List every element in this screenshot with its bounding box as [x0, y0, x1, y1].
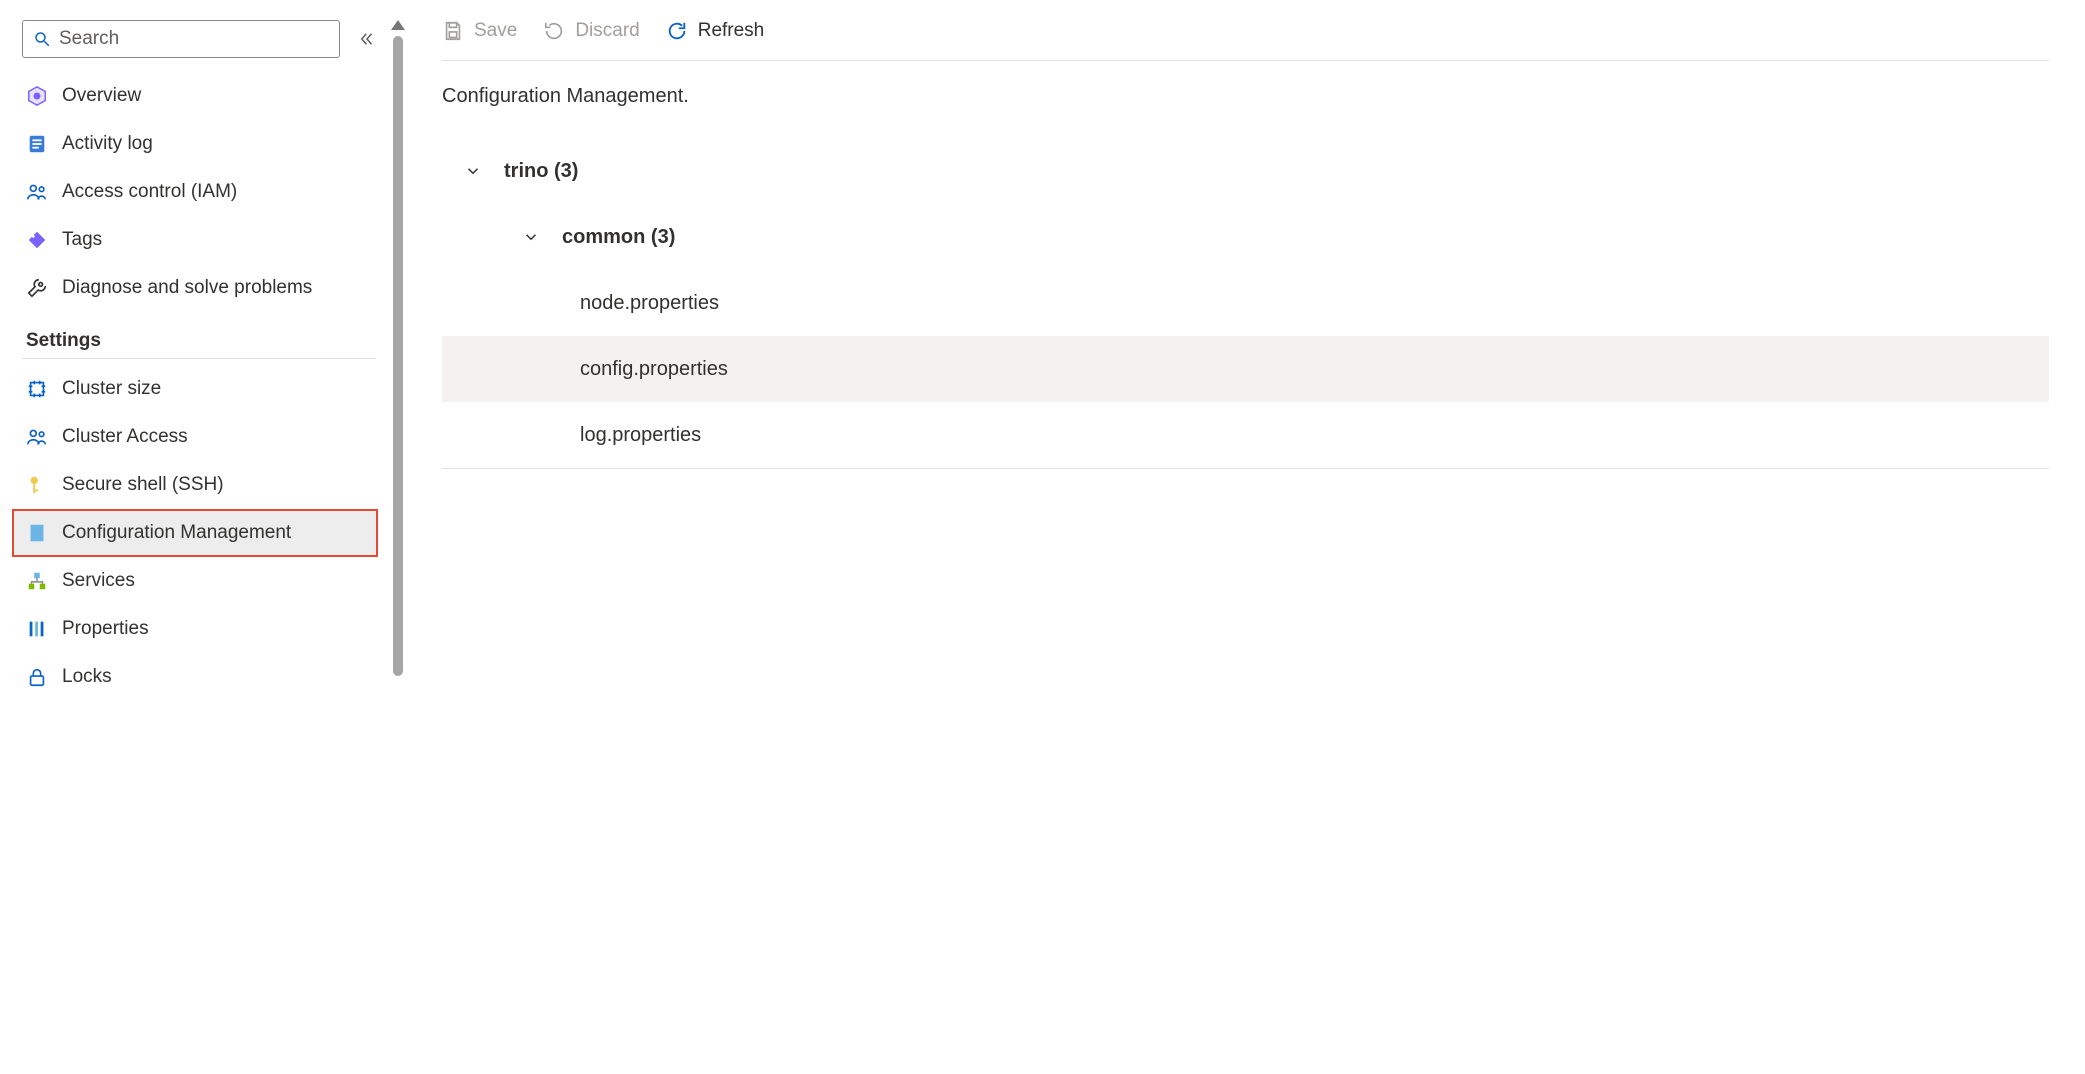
sidebar-item-locks[interactable]: Locks	[22, 653, 376, 701]
sidebar-item-label: Access control (IAM)	[62, 181, 237, 203]
scroll-up-icon[interactable]	[391, 20, 405, 30]
tree-leaf-label: node.properties	[580, 292, 719, 315]
sidebar-item-access-control[interactable]: Access control (IAM)	[22, 168, 376, 216]
sidebar-item-label: Overview	[62, 85, 141, 107]
tree-leaf-node-properties[interactable]: node.properties	[442, 270, 2049, 336]
sidebar: Overview Activity log Access control (IA…	[0, 0, 390, 1074]
sidebar-item-label: Configuration Management	[62, 522, 291, 544]
page-subtitle: Configuration Management.	[442, 85, 2049, 108]
properties-icon	[26, 618, 48, 640]
sidebar-item-label: Locks	[62, 666, 112, 688]
activity-log-icon	[26, 133, 48, 155]
save-label: Save	[474, 20, 517, 42]
config-tree: trino (3) common (3) node.properties con…	[442, 138, 2049, 469]
sidebar-item-activity-log[interactable]: Activity log	[22, 120, 376, 168]
chevron-down-icon	[464, 162, 482, 180]
access-control-icon	[26, 181, 48, 203]
sidebar-item-tags[interactable]: Tags	[22, 216, 376, 264]
sidebar-item-label: Tags	[62, 229, 102, 251]
refresh-button[interactable]: Refresh	[666, 20, 765, 42]
sidebar-item-services[interactable]: Services	[22, 557, 376, 605]
discard-button: Discard	[543, 20, 639, 42]
sidebar-item-label: Cluster Access	[62, 426, 188, 448]
lock-icon	[26, 666, 48, 688]
refresh-icon	[666, 20, 688, 42]
sidebar-item-configuration-management[interactable]: Configuration Management	[12, 509, 378, 557]
document-icon	[26, 522, 48, 544]
sidebar-scrollbar[interactable]	[390, 0, 406, 1074]
sidebar-item-properties[interactable]: Properties	[22, 605, 376, 653]
sidebar-item-cluster-size[interactable]: Cluster size	[22, 365, 376, 413]
sidebar-item-cluster-access[interactable]: Cluster Access	[22, 413, 376, 461]
sidebar-item-secure-shell[interactable]: Secure shell (SSH)	[22, 461, 376, 509]
discard-label: Discard	[575, 20, 639, 42]
divider	[22, 358, 376, 359]
chevron-down-icon	[522, 228, 540, 246]
sidebar-item-overview[interactable]: Overview	[22, 72, 376, 120]
discard-icon	[543, 20, 565, 42]
sidebar-item-diagnose[interactable]: Diagnose and solve problems	[22, 264, 376, 312]
refresh-label: Refresh	[698, 20, 765, 42]
sidebar-item-label: Secure shell (SSH)	[62, 474, 224, 496]
tree-leaf-config-properties[interactable]: config.properties	[442, 336, 2049, 402]
sidebar-item-label: Services	[62, 570, 135, 592]
save-button: Save	[442, 20, 517, 42]
tags-icon	[26, 229, 48, 251]
sidebar-item-label: Properties	[62, 618, 149, 640]
search-row	[22, 20, 376, 58]
tree-group-trino[interactable]: trino (3)	[442, 138, 2049, 204]
sidebar-item-label: Cluster size	[62, 378, 161, 400]
search-box[interactable]	[22, 20, 340, 58]
toolbar: Save Discard Refresh	[442, 20, 2049, 61]
tree-leaf-label: log.properties	[580, 424, 701, 447]
cluster-size-icon	[26, 378, 48, 400]
tree-leaf-label: config.properties	[580, 358, 728, 381]
services-icon	[26, 570, 48, 592]
key-icon	[26, 474, 48, 496]
overview-icon	[26, 85, 48, 107]
tree-group-common[interactable]: common (3)	[442, 204, 2049, 270]
diagnose-icon	[26, 277, 48, 299]
main-panel: Save Discard Refresh Configuration Manag…	[406, 0, 2085, 1074]
tree-group-label: trino (3)	[504, 160, 578, 183]
collapse-sidebar-icon[interactable]	[358, 30, 376, 48]
sidebar-section-settings: Settings	[22, 330, 376, 352]
divider	[442, 468, 2049, 469]
save-icon	[442, 20, 464, 42]
sidebar-item-label: Activity log	[62, 133, 153, 155]
search-icon	[33, 30, 51, 48]
cluster-access-icon	[26, 426, 48, 448]
scroll-thumb[interactable]	[393, 36, 403, 676]
tree-group-label: common (3)	[562, 226, 675, 249]
tree-leaf-log-properties[interactable]: log.properties	[442, 402, 2049, 468]
sidebar-item-label: Diagnose and solve problems	[62, 277, 312, 299]
search-input[interactable]	[59, 28, 329, 50]
